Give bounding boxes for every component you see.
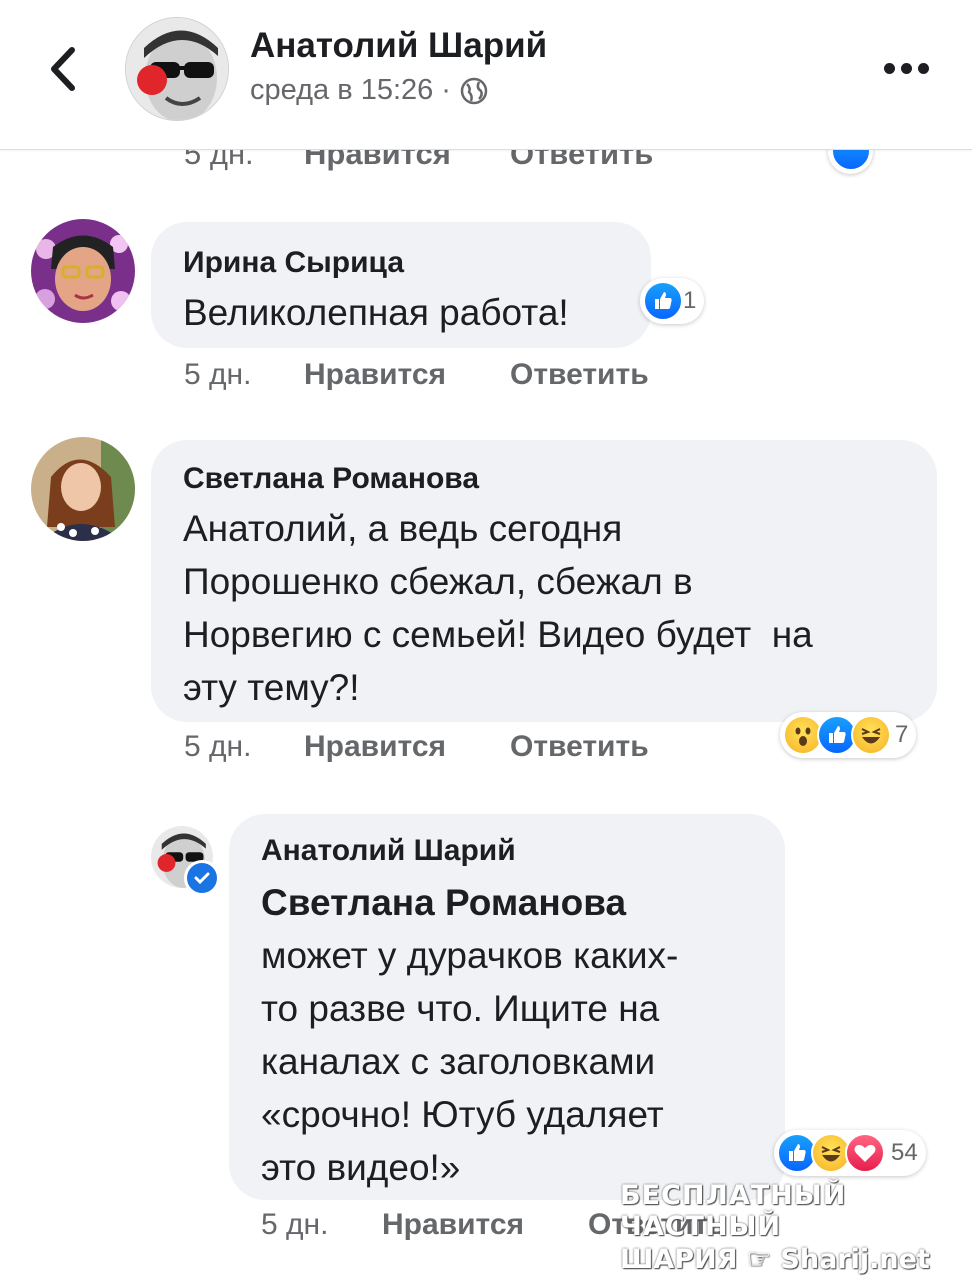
love-reaction-icon (845, 1133, 885, 1173)
commenter-avatar[interactable] (31, 219, 135, 323)
comment-text-line: это видео!» (261, 1147, 461, 1188)
comment-time[interactable]: 5 дн. (261, 1208, 328, 1242)
reaction-count: 1 (683, 287, 697, 314)
like-button[interactable]: Нравится (304, 730, 446, 764)
author-avatar[interactable] (125, 17, 229, 121)
watermark-line: БЕСПЛАТНЫЙ ЧАСТНЫЙ (620, 1180, 847, 1242)
comment-text: Светлана Романова может у дурачков каких… (261, 876, 678, 1194)
post-meta: среда в 15:26 · (250, 74, 489, 107)
dot-icon (884, 62, 895, 74)
author-name[interactable]: Анатолий Шарий (250, 26, 547, 66)
comment-author[interactable]: Ирина Сырица (183, 246, 404, 280)
comment-author[interactable]: Анатолий Шарий (261, 834, 516, 868)
comment-text-line: Анатолий, а ведь сегодня (183, 508, 623, 549)
reaction-summary[interactable]: 54 (774, 1130, 926, 1176)
back-button[interactable] (44, 44, 84, 94)
comment-bubble[interactable]: Светлана Романова Анатолий, а ведь сегод… (151, 440, 937, 722)
comment-text-line: «срочно! Ютуб удаляет (261, 1094, 664, 1135)
haha-reaction-icon (851, 715, 891, 755)
separator-dot: · (441, 74, 451, 106)
comment-text-line: может у дурачков каких- (261, 935, 679, 976)
reaction-summary[interactable]: 7 (780, 712, 917, 758)
comment-time[interactable]: 5 дн. (184, 358, 251, 392)
avatar-photo (31, 219, 135, 323)
watermark: БЕСПЛАТНЫЙ ЧАСТНЫЙ ШАРИЯ ☞ Sharij.net (620, 1180, 960, 1275)
comment-text-line: то разве что. Ищите на (261, 988, 660, 1029)
post-header: Анатолий Шарий среда в 15:26 · (0, 0, 972, 150)
comment-text-line: Норвегию с семьей! Видео будет на (183, 614, 813, 655)
comment-author[interactable]: Светлана Романова (183, 462, 479, 496)
reply-bubble[interactable]: Анатолий Шарий Светлана Романова может у… (229, 814, 785, 1200)
like-button[interactable]: Нравится (304, 358, 446, 392)
globe-icon (460, 77, 488, 104)
verified-badge-icon (184, 860, 220, 896)
commenter-avatar[interactable] (31, 437, 135, 541)
like-reaction-icon (643, 281, 683, 321)
comment-text-line: Порошенко сбежал, сбежал в (183, 561, 693, 602)
more-options-button[interactable] (884, 58, 934, 78)
reaction-count: 7 (895, 721, 909, 748)
reply-button[interactable]: Ответить (510, 358, 649, 392)
watermark-line: ШАРИЯ ☞ Sharij.net (620, 1244, 930, 1275)
chevron-left-icon (51, 47, 75, 91)
like-button[interactable]: Нравится (382, 1208, 524, 1242)
comment-text-line: каналах с заголовками (261, 1041, 656, 1082)
avatar-photo (126, 18, 228, 120)
reply-button[interactable]: Ответить (510, 730, 649, 764)
comment-text-line: эту тему?! (183, 667, 360, 708)
comment-text: Анатолий, а ведь сегодня Порошенко сбежа… (183, 502, 813, 714)
mention-link[interactable]: Светлана Романова (261, 876, 678, 929)
reaction-summary[interactable]: 1 (640, 278, 705, 324)
dot-icon (901, 62, 912, 74)
avatar-photo (31, 437, 135, 541)
comment-time[interactable]: 5 дн. (184, 730, 251, 764)
reaction-count: 54 (891, 1139, 918, 1166)
comment-bubble[interactable]: Ирина Сырица Великолепная работа! (151, 222, 651, 348)
comment-text: Великолепная работа! (183, 292, 569, 333)
dot-icon (918, 62, 929, 74)
post-time[interactable]: среда в 15:26 (250, 74, 433, 107)
